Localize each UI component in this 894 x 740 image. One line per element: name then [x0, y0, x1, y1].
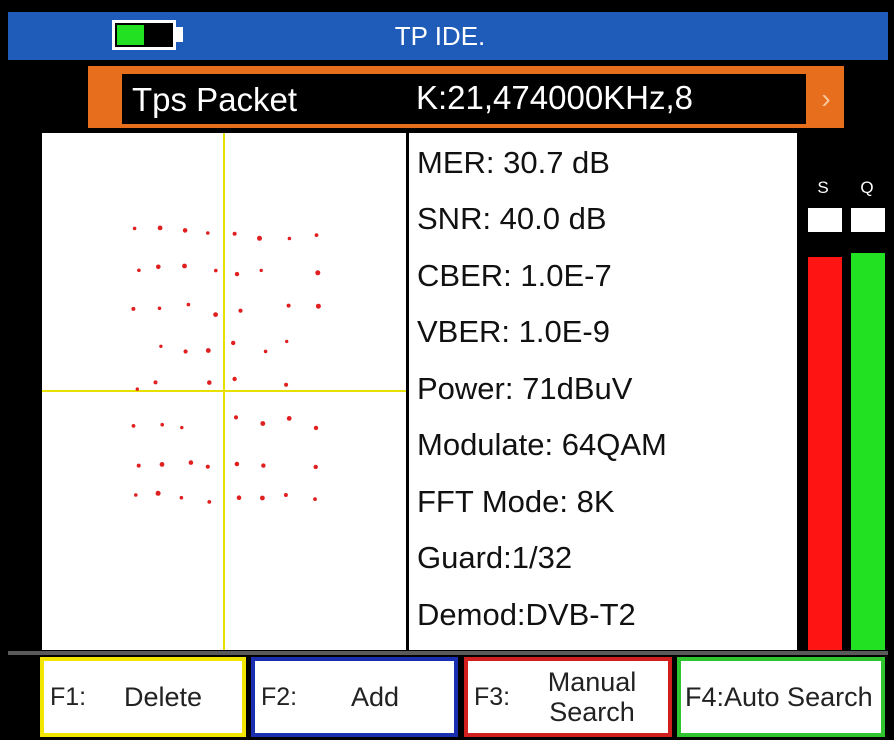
- constellation-point: [135, 387, 139, 391]
- constellation-point: [234, 271, 240, 277]
- constellation-point: [260, 495, 265, 501]
- constellation-point: [134, 493, 138, 497]
- constellation-point: [131, 424, 136, 428]
- signal-quality-meter: [851, 208, 885, 650]
- constellation-point: [286, 303, 291, 308]
- constellation-point: [156, 264, 161, 270]
- param-modulate: Modulate: 64QAM: [417, 427, 667, 462]
- param-mer: MER: 30.7 dB: [417, 145, 610, 180]
- f3-manual-search-button[interactable]: F3: Manual Search: [464, 657, 672, 737]
- function-bar-divider: [8, 651, 888, 655]
- param-fft-mode: FFT Mode: 8K: [417, 484, 615, 519]
- signal-parameters-panel: MER: 30.7 dB SNR: 40.0 dB CBER: 1.0E-7 V…: [409, 133, 797, 650]
- tp-selector-label: Tps Packet: [132, 81, 298, 118]
- constellation-point: [214, 268, 218, 273]
- constellation-point: [205, 348, 211, 353]
- f3-key-label: F3:: [474, 683, 511, 711]
- param-vber: VBER: 1.0E-9: [417, 314, 610, 349]
- constellation-point: [207, 500, 212, 504]
- tp-selector-value[interactable]: K:21,474000KHz,8: [416, 74, 693, 122]
- constellation-diagram: [42, 133, 406, 650]
- constellation-point: [186, 302, 191, 307]
- signal-strength-meter-cap: [808, 208, 842, 232]
- constellation-point: [232, 231, 237, 236]
- constellation-point: [155, 490, 161, 496]
- constellation-point: [231, 340, 236, 346]
- constellation-point: [179, 495, 184, 500]
- constellation-point: [236, 495, 242, 501]
- constellation-point: [182, 228, 188, 233]
- tp-ide-screen: TP IDE. Tps Packet K:21,474000KHz,8 › ME…: [0, 0, 894, 740]
- constellation-point: [315, 303, 321, 309]
- signal-strength-meter: [808, 208, 842, 650]
- constellation-point: [234, 461, 240, 467]
- constellation-point: [131, 306, 136, 311]
- constellation-point: [188, 460, 194, 465]
- constellation-point: [136, 463, 141, 468]
- constellation-point: [137, 268, 141, 273]
- battery-tip: [176, 27, 183, 42]
- constellation-point: [232, 376, 237, 382]
- constellation-point: [238, 308, 243, 313]
- battery-level-fill: [117, 25, 144, 45]
- constellation-point: [183, 349, 188, 354]
- constellation-point: [315, 270, 321, 276]
- constellation-point: [257, 235, 262, 241]
- signal-quality-label: Q: [860, 178, 874, 197]
- f2-add-button[interactable]: F2: Add: [251, 657, 458, 737]
- constellation-point: [285, 339, 289, 344]
- f1-key-label: F1:: [50, 683, 87, 711]
- constellation-point: [284, 382, 289, 387]
- constellation-point: [157, 225, 163, 231]
- f1-delete-button[interactable]: F1: Delete: [40, 657, 246, 737]
- f4-action-label: F4:Auto Search: [685, 682, 873, 712]
- constellation-plot: [42, 133, 406, 650]
- constellation-point: [182, 263, 187, 269]
- signal-strength-label: S: [817, 178, 829, 197]
- constellation-point: [159, 344, 163, 348]
- f2-key-label: F2:: [261, 683, 298, 711]
- f4-auto-search-button[interactable]: F4:Auto Search: [677, 657, 885, 737]
- constellation-point: [259, 268, 263, 273]
- f1-action-label: Delete: [124, 682, 203, 712]
- constellation-point: [314, 233, 319, 237]
- constellation-point: [261, 463, 266, 468]
- constellation-point: [205, 464, 210, 469]
- f3-action-label: Manual Search: [547, 667, 637, 727]
- constellation-point: [313, 425, 319, 431]
- signal-quality-meter-cap: [851, 208, 885, 232]
- param-guard: Guard:1/32: [417, 540, 573, 575]
- constellation-point: [157, 306, 162, 311]
- constellation-point: [159, 462, 165, 467]
- constellation-point: [160, 422, 164, 427]
- constellation-point: [263, 349, 268, 354]
- param-power: Power: 71dBuV: [417, 371, 633, 406]
- param-demod: Demod:DVB-T2: [417, 597, 636, 632]
- constellation-point: [287, 236, 292, 241]
- constellation-point: [213, 312, 219, 317]
- constellation-point: [313, 497, 317, 501]
- constellation-point: [233, 415, 239, 420]
- constellation-point: [153, 380, 158, 385]
- chevron-right-icon[interactable]: ›: [812, 74, 840, 124]
- signal-strength-fill: [808, 257, 842, 650]
- constellation-points: [131, 225, 321, 504]
- constellation-point: [207, 380, 212, 385]
- constellation-point: [286, 416, 292, 421]
- param-cber: CBER: 1.0E-7: [417, 258, 612, 293]
- constellation-point: [206, 231, 210, 235]
- param-snr: SNR: 40.0 dB: [417, 201, 607, 236]
- constellation-point: [132, 226, 137, 231]
- constellation-point: [260, 421, 266, 426]
- constellation-point: [283, 493, 288, 497]
- constellation-point: [180, 425, 184, 430]
- signal-quality-fill: [851, 253, 885, 650]
- f2-action-label: Add: [351, 682, 400, 712]
- battery-icon: [112, 20, 176, 50]
- constellation-point: [313, 464, 318, 470]
